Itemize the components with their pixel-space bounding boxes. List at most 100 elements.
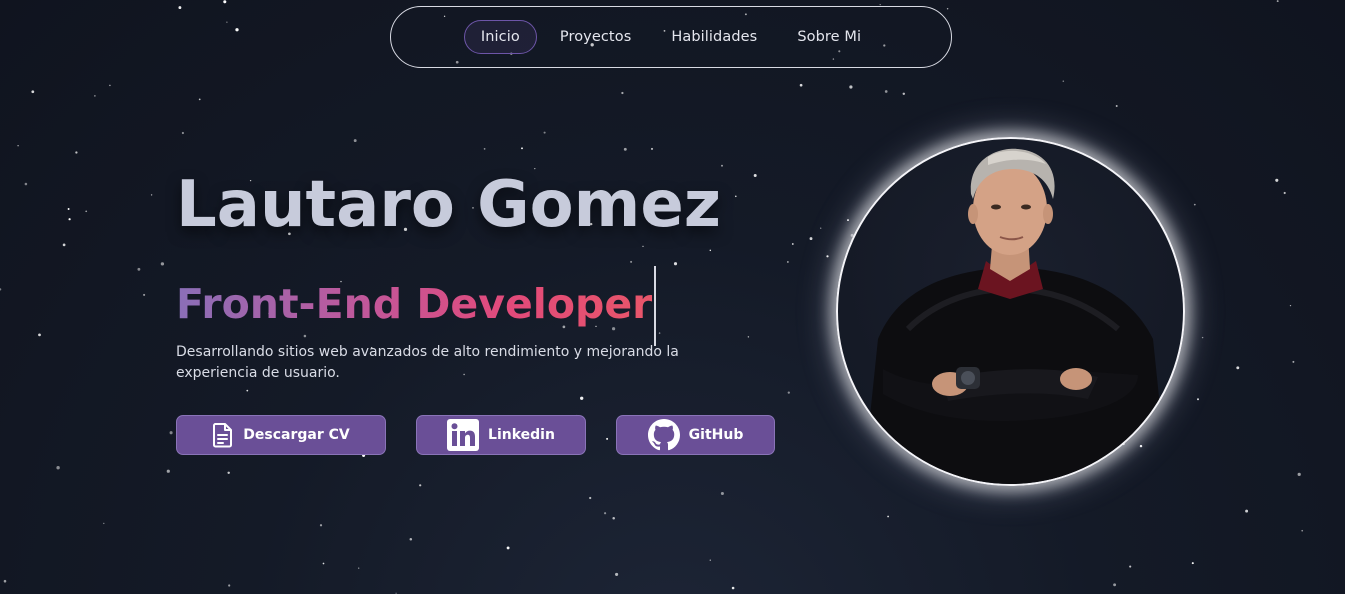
star (847, 219, 849, 222)
star (658, 332, 661, 334)
star (419, 484, 422, 487)
download-cv-label: Descargar CV (243, 427, 350, 443)
star (809, 237, 813, 241)
linkedin-button[interactable]: Linkedin (416, 415, 586, 455)
star (826, 255, 829, 258)
star (62, 243, 66, 247)
star (17, 144, 19, 147)
star (506, 546, 510, 550)
hero-role: Front-End Developer (176, 280, 653, 328)
star (103, 522, 105, 525)
star (849, 85, 853, 89)
star (1292, 360, 1295, 363)
star (887, 515, 889, 518)
star (615, 572, 619, 576)
star (1283, 191, 1286, 195)
star (1113, 583, 1117, 587)
star (353, 139, 357, 143)
star (31, 90, 35, 94)
star (178, 6, 182, 10)
star (1301, 529, 1304, 532)
star (604, 512, 607, 515)
star (1201, 336, 1204, 339)
star (319, 524, 323, 527)
star (1115, 105, 1118, 107)
star (621, 91, 624, 95)
linkedin-icon (447, 419, 480, 451)
star (409, 537, 413, 541)
download-cv-button[interactable]: Descargar CV (176, 415, 386, 455)
star (946, 7, 949, 10)
document-icon (212, 422, 234, 448)
hero-name: Lautaro Gomez (176, 168, 721, 242)
github-icon (647, 419, 680, 451)
star (1236, 366, 1240, 370)
star (747, 336, 750, 338)
typing-caret (654, 266, 657, 346)
star (799, 83, 803, 87)
star (902, 92, 906, 96)
star (612, 516, 615, 520)
nav-item-sobre-mi[interactable]: Sobre Mi (780, 20, 878, 54)
star (606, 437, 609, 440)
star (731, 586, 735, 590)
nav-item-habilidades[interactable]: Habilidades (654, 20, 774, 54)
github-label: GitHub (688, 427, 744, 443)
star (709, 249, 712, 252)
star (735, 195, 737, 198)
star (642, 245, 644, 247)
star (68, 218, 71, 221)
profile-avatar (836, 137, 1185, 486)
star (623, 147, 627, 151)
github-button[interactable]: GitHub (616, 415, 775, 455)
star (721, 164, 723, 167)
star (223, 0, 227, 4)
star (228, 584, 231, 587)
star (720, 491, 724, 496)
star (820, 227, 822, 229)
star (226, 21, 228, 23)
star (235, 28, 239, 32)
star (1139, 444, 1143, 448)
star (1297, 472, 1301, 477)
star (198, 98, 201, 101)
star (589, 496, 592, 500)
star (322, 562, 325, 565)
hero-description: Desarrollando sitios web avanzados de al… (176, 344, 679, 381)
star (160, 262, 165, 266)
star (67, 208, 70, 210)
star (109, 84, 111, 87)
star (1289, 304, 1292, 307)
star (1193, 203, 1196, 206)
star (143, 293, 146, 296)
star (227, 471, 230, 475)
star (709, 559, 711, 561)
star (1062, 80, 1065, 82)
profile-photo-illustration (863, 148, 1168, 484)
main-nav: Inicio Proyectos Habilidades Sobre Mi (390, 6, 952, 68)
star (673, 262, 678, 266)
star (884, 90, 888, 93)
star (1197, 398, 1199, 401)
star (521, 147, 523, 150)
star (38, 333, 41, 337)
star (791, 243, 794, 245)
nav-item-inicio[interactable]: Inicio (463, 20, 537, 54)
star (580, 396, 584, 400)
star (1276, 0, 1279, 3)
star (1275, 178, 1279, 182)
star (94, 95, 96, 97)
star (150, 194, 153, 196)
nav-item-proyectos[interactable]: Proyectos (543, 20, 649, 54)
star (181, 131, 184, 135)
star (56, 466, 60, 470)
star (246, 389, 249, 392)
star (166, 469, 170, 473)
hero-role-wrapper: Front-End Developer (176, 262, 657, 346)
star (137, 267, 141, 271)
star (0, 288, 2, 291)
star (787, 391, 790, 394)
star (483, 148, 486, 150)
star (358, 567, 360, 569)
star (3, 579, 7, 583)
